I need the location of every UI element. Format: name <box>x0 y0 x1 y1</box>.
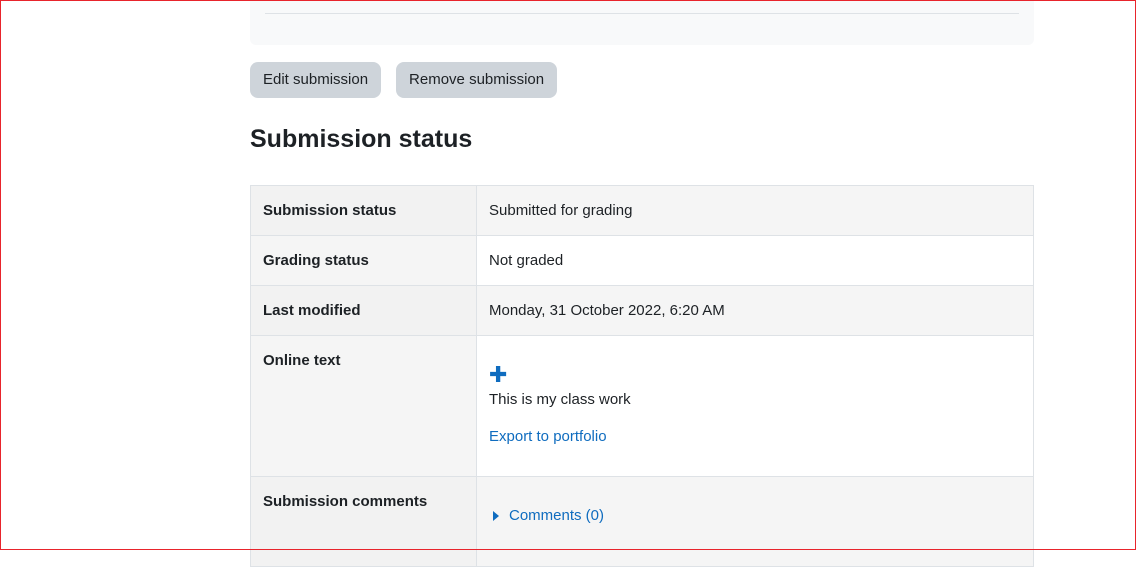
divider <box>265 13 1019 14</box>
row-label-online-text: Online text <box>250 335 477 477</box>
table-row: Last modified Monday, 31 October 2022, 6… <box>250 285 1034 336</box>
row-label-submission-status: Submission status <box>250 185 477 236</box>
online-text-cell: ✚ This is my class work Export to portfo… <box>476 335 1034 477</box>
submission-status-value: Submitted for grading <box>476 185 1034 236</box>
export-to-portfolio-link[interactable]: Export to portfolio <box>489 428 607 445</box>
online-text-value: This is my class work <box>489 391 631 408</box>
plus-icon[interactable]: ✚ <box>489 364 1021 386</box>
comments-link[interactable]: Comments (0) <box>509 507 604 524</box>
previous-panel <box>250 0 1034 45</box>
row-label-last-modified: Last modified <box>250 285 477 336</box>
comments-toggle[interactable]: Comments (0) <box>493 507 604 524</box>
submission-comments-cell: Comments (0) <box>476 476 1034 567</box>
last-modified-value: Monday, 31 October 2022, 6:20 AM <box>476 285 1034 336</box>
submission-status-table: Submission status Submitted for grading … <box>250 185 1034 567</box>
edit-submission-button[interactable]: Edit submission <box>250 62 382 98</box>
table-row: Submission comments Comments (0) <box>250 476 1034 567</box>
submission-actions: Edit submission Remove submission <box>250 62 558 98</box>
row-label-submission-comments: Submission comments <box>250 476 477 567</box>
row-label-grading-status: Grading status <box>250 235 477 286</box>
grading-status-value: Not graded <box>476 235 1034 286</box>
table-row: Online text ✚ This is my class work Expo… <box>250 335 1034 477</box>
table-row: Submission status Submitted for grading <box>250 185 1034 236</box>
section-title: Submission status <box>250 125 473 153</box>
caret-right-icon <box>493 510 499 521</box>
remove-submission-button[interactable]: Remove submission <box>396 62 558 98</box>
table-row: Grading status Not graded <box>250 235 1034 286</box>
